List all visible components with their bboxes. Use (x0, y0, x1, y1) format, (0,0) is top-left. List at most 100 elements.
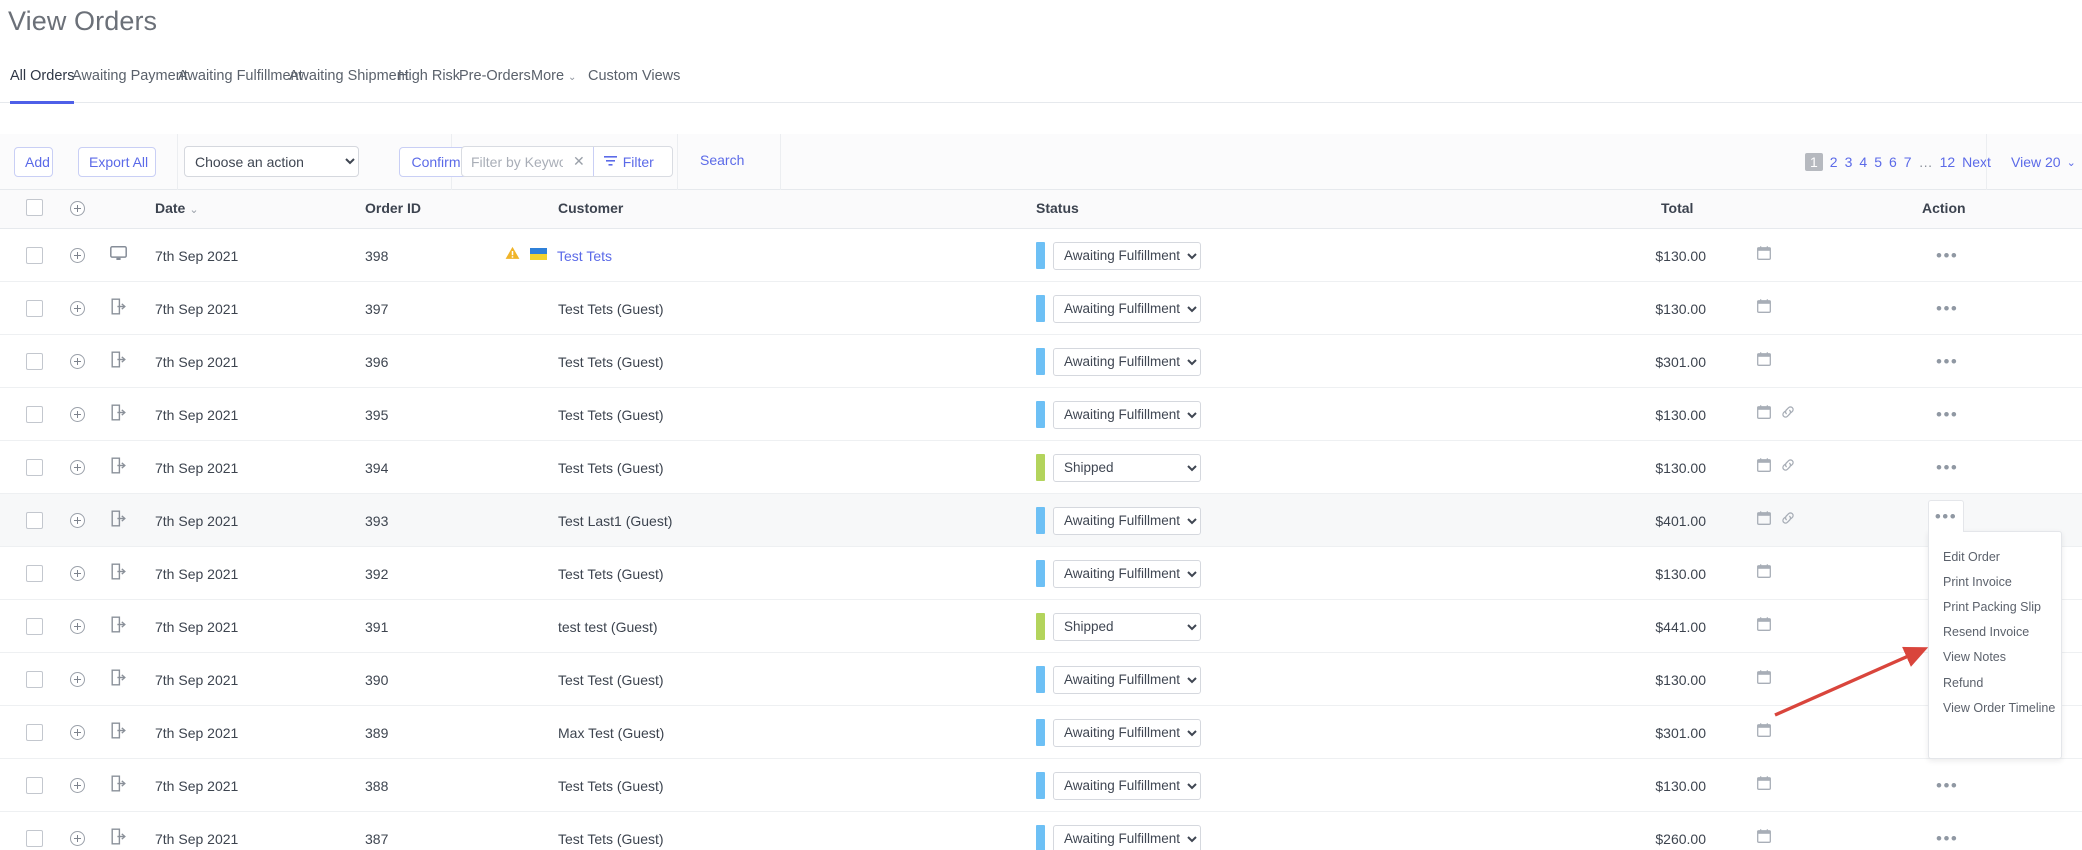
page-link-5[interactable]: 5 (1874, 154, 1882, 170)
expand-row-icon[interactable] (70, 301, 85, 316)
row-select-checkbox[interactable] (26, 724, 43, 741)
status-select[interactable]: Awaiting FulfillmentShipped (1053, 824, 1201, 850)
row-select-checkbox[interactable] (26, 777, 43, 794)
calendar-icon[interactable] (1757, 246, 1771, 265)
tab-awaiting-fulfillment[interactable]: Awaiting Fulfillment (178, 68, 303, 103)
calendar-icon[interactable] (1757, 352, 1771, 371)
status-select[interactable]: Awaiting FulfillmentShipped (1053, 665, 1201, 694)
status-select[interactable]: Awaiting FulfillmentShipped (1053, 400, 1201, 429)
row-action-ellipsis-icon[interactable]: ••• (1936, 830, 1958, 847)
expand-row-icon[interactable] (70, 460, 85, 475)
expand-row-icon[interactable] (70, 248, 85, 263)
row-action-ellipsis-icon[interactable]: ••• (1936, 353, 1958, 370)
expand-row-icon[interactable] (70, 354, 85, 369)
tab-high-risk[interactable]: High Risk (398, 68, 460, 103)
tab-pre-orders[interactable]: Pre-Orders (459, 68, 531, 103)
filter-keyword-input[interactable] (462, 152, 565, 171)
row-select-checkbox[interactable] (26, 459, 43, 476)
expand-row-icon[interactable] (70, 566, 85, 581)
row-action-ellipsis-icon[interactable]: ••• (1936, 300, 1958, 317)
row-select-checkbox[interactable] (26, 353, 43, 370)
page-link-3[interactable]: 3 (1845, 154, 1853, 170)
row-action-ellipsis-icon[interactable]: ••• (1936, 459, 1958, 476)
calendar-icon[interactable] (1757, 617, 1771, 636)
status-select[interactable]: Awaiting FulfillmentShipped (1053, 241, 1201, 270)
expand-row-icon[interactable] (70, 778, 85, 793)
menu-item-view-order-timeline[interactable]: View Order Timeline (1929, 695, 2061, 720)
expand-row-icon[interactable] (70, 513, 85, 528)
choose-action-select[interactable]: Choose an action (184, 146, 359, 177)
menu-item-edit-order[interactable]: Edit Order (1929, 544, 2061, 569)
row-select-checkbox[interactable] (26, 671, 43, 688)
calendar-icon[interactable] (1757, 723, 1771, 742)
page-link-12[interactable]: 12 (1940, 154, 1956, 170)
row-select-checkbox[interactable] (26, 830, 43, 847)
header-total[interactable]: Total (1661, 200, 1693, 216)
table-row[interactable]: 7th Sep 2021 395 Test Tets (Guest) Awaiting… (0, 388, 2082, 441)
menu-item-print-invoice[interactable]: Print Invoice (1929, 569, 2061, 594)
row-action-ellipsis-icon[interactable]: ••• (1936, 777, 1958, 794)
status-select[interactable]: Awaiting FulfillmentShipped (1053, 506, 1201, 535)
clear-keyword-icon[interactable]: ✕ (565, 153, 593, 170)
calendar-icon[interactable] (1757, 458, 1771, 477)
link-icon[interactable] (1781, 511, 1795, 530)
header-date[interactable]: Date ⌄ (155, 200, 199, 216)
tab-all-orders[interactable]: All Orders (10, 68, 75, 104)
expand-row-icon[interactable] (70, 672, 85, 687)
calendar-icon[interactable] (1757, 511, 1771, 530)
calendar-icon[interactable] (1757, 564, 1771, 583)
export-all-button[interactable]: Export All (78, 147, 156, 177)
row-select-checkbox[interactable] (26, 512, 43, 529)
status-select[interactable]: Awaiting FulfillmentShipped (1053, 453, 1201, 482)
link-icon[interactable] (1781, 405, 1795, 424)
table-row[interactable]: 7th Sep 2021 393 Test Last1 (Guest) Awaitin… (0, 494, 2082, 547)
expand-row-icon[interactable] (70, 619, 85, 634)
header-status[interactable]: Status (1036, 200, 1079, 216)
menu-item-resend-invoice[interactable]: Resend Invoice (1929, 620, 2061, 645)
status-select[interactable]: Awaiting FulfillmentShipped (1053, 718, 1201, 747)
expand-all-icon[interactable] (70, 201, 85, 216)
row-select-checkbox[interactable] (26, 247, 43, 264)
row-select-checkbox[interactable] (26, 618, 43, 635)
calendar-icon[interactable] (1757, 299, 1771, 318)
menu-item-print-packing-slip[interactable]: Print Packing Slip (1929, 594, 2061, 619)
row-select-checkbox[interactable] (26, 565, 43, 582)
table-row[interactable]: 7th Sep 2021 391 test test (Guest) Awaiting… (0, 600, 2082, 653)
calendar-icon[interactable] (1757, 829, 1771, 848)
select-all-checkbox[interactable] (26, 199, 43, 216)
row-select-checkbox[interactable] (26, 300, 43, 317)
expand-row-icon[interactable] (70, 831, 85, 846)
table-row[interactable]: 7th Sep 2021 388 Test Tets (Guest) Awaiting… (0, 759, 2082, 812)
header-customer[interactable]: Customer (558, 200, 623, 216)
search-link[interactable]: Search (700, 152, 744, 168)
page-link-2[interactable]: 2 (1830, 154, 1838, 170)
table-row[interactable]: 7th Sep 2021 387 Test Tets (Guest) Awaiting… (0, 812, 2082, 850)
action-menu-trigger[interactable]: ••• (1928, 500, 1964, 532)
table-row[interactable]: 7th Sep 2021 396 Test Tets (Guest) Awaiting… (0, 335, 2082, 388)
page-link-7[interactable]: 7 (1904, 154, 1912, 170)
calendar-icon[interactable] (1757, 776, 1771, 795)
table-row[interactable]: 7th Sep 2021 389 Max Test (Guest) Awaiting … (0, 706, 2082, 759)
link-icon[interactable] (1781, 458, 1795, 477)
expand-row-icon[interactable] (70, 725, 85, 740)
table-row[interactable]: 7th Sep 2021 398 Test Tets Awaiting Fulfill… (0, 229, 2082, 282)
customer-name[interactable]: Test Tets (557, 248, 612, 264)
calendar-icon[interactable] (1757, 670, 1771, 689)
status-select[interactable]: Awaiting FulfillmentShipped (1053, 771, 1201, 800)
tab-custom-views[interactable]: Custom Views (588, 68, 680, 103)
tab-awaiting-payment[interactable]: Awaiting Payment (72, 68, 188, 103)
tab-awaiting-shipment[interactable]: Awaiting Shipment (289, 68, 409, 103)
status-select[interactable]: Awaiting FulfillmentShipped (1053, 294, 1201, 323)
status-select[interactable]: Awaiting FulfillmentShipped (1053, 347, 1201, 376)
table-row[interactable]: 7th Sep 2021 397 Test Tets (Guest) Awaiting… (0, 282, 2082, 335)
row-select-checkbox[interactable] (26, 406, 43, 423)
filter-button[interactable]: Filter (592, 147, 665, 176)
page-link-6[interactable]: 6 (1889, 154, 1897, 170)
tab-more[interactable]: More ⌄ (531, 68, 576, 103)
table-row[interactable]: 7th Sep 2021 390 Test Test (Guest) Awaiting… (0, 653, 2082, 706)
view-count-selector[interactable]: View 20 ⌄ (1986, 134, 2082, 190)
expand-row-icon[interactable] (70, 407, 85, 422)
page-link-4[interactable]: 4 (1859, 154, 1867, 170)
table-row[interactable]: 7th Sep 2021 394 Test Tets (Guest) Awaiting… (0, 441, 2082, 494)
status-select[interactable]: Awaiting FulfillmentShipped (1053, 559, 1201, 588)
